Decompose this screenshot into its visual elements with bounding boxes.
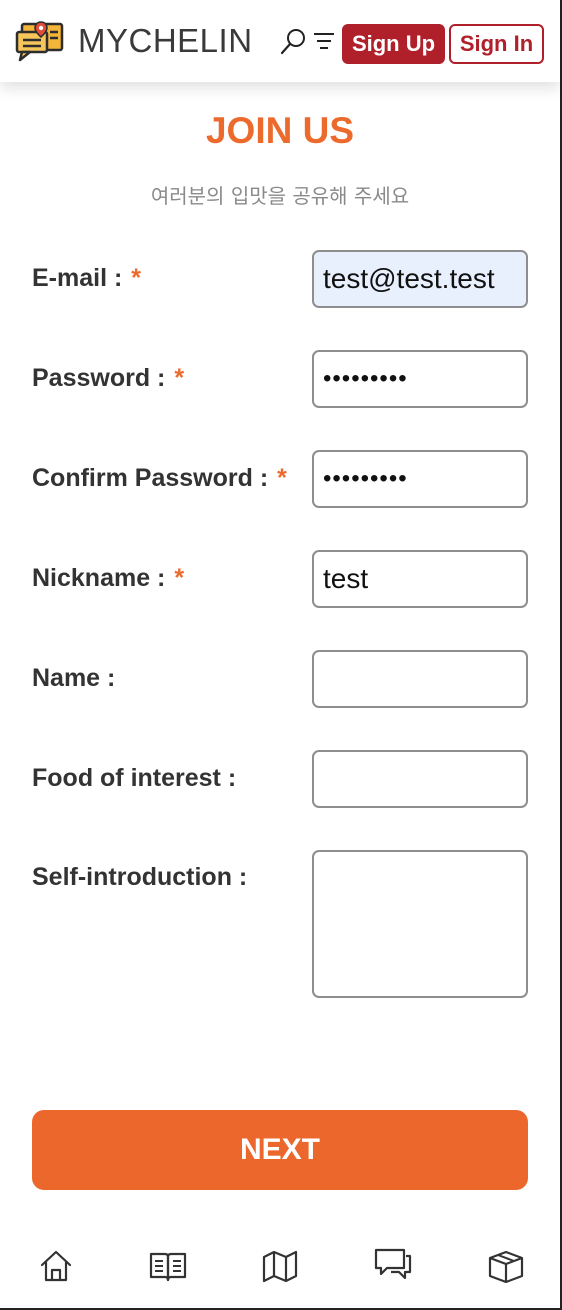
name-label: Name :: [32, 664, 116, 692]
map-icon: [262, 1250, 298, 1283]
self-introduction-textarea[interactable]: [312, 850, 528, 998]
box-icon: [488, 1250, 524, 1284]
required-marker: *: [131, 264, 141, 292]
food-interest-label: Food of interest :: [32, 764, 237, 792]
confirm-password-label: Confirm Password : *: [32, 464, 287, 492]
nav-map[interactable]: [260, 1246, 300, 1286]
nav-box[interactable]: [486, 1246, 526, 1286]
nav-book[interactable]: [148, 1246, 188, 1286]
sign-up-button[interactable]: Sign Up: [342, 24, 445, 64]
self-introduction-label: Self-introduction :: [32, 863, 248, 891]
logo-icon[interactable]: [14, 20, 66, 62]
required-marker: *: [277, 464, 287, 492]
password-field[interactable]: •••••••••: [312, 350, 528, 408]
required-marker: *: [174, 564, 185, 592]
home-icon: [40, 1250, 72, 1282]
name-field[interactable]: [312, 650, 528, 708]
sign-in-button[interactable]: Sign In: [449, 24, 544, 64]
brand-name[interactable]: MYCHELIN: [78, 22, 253, 60]
top-header: MYCHELIN Sign Up Sign In: [0, 0, 560, 82]
nav-home[interactable]: [36, 1246, 76, 1286]
password-label: Password : *: [32, 364, 185, 392]
food-interest-field[interactable]: [312, 750, 528, 808]
search-icon[interactable]: [280, 28, 306, 56]
email-field[interactable]: test@test.test: [312, 250, 528, 308]
filter-icon[interactable]: [313, 30, 335, 52]
confirm-password-field[interactable]: •••••••••: [312, 450, 528, 508]
book-icon: [149, 1252, 187, 1282]
page-subtitle: 여러분의 입맛을 공유해 주세요: [150, 184, 410, 208]
nickname-label: Nickname : *: [32, 564, 185, 592]
email-label: E-mail : *: [32, 264, 141, 292]
chat-icon: [374, 1248, 412, 1280]
nav-chat[interactable]: [373, 1246, 413, 1286]
next-button[interactable]: NEXT: [32, 1110, 528, 1190]
bottom-nav: [0, 1238, 560, 1298]
nickname-field[interactable]: test: [312, 550, 528, 608]
page-title: JOIN US: [205, 110, 355, 151]
required-marker: *: [174, 364, 185, 392]
